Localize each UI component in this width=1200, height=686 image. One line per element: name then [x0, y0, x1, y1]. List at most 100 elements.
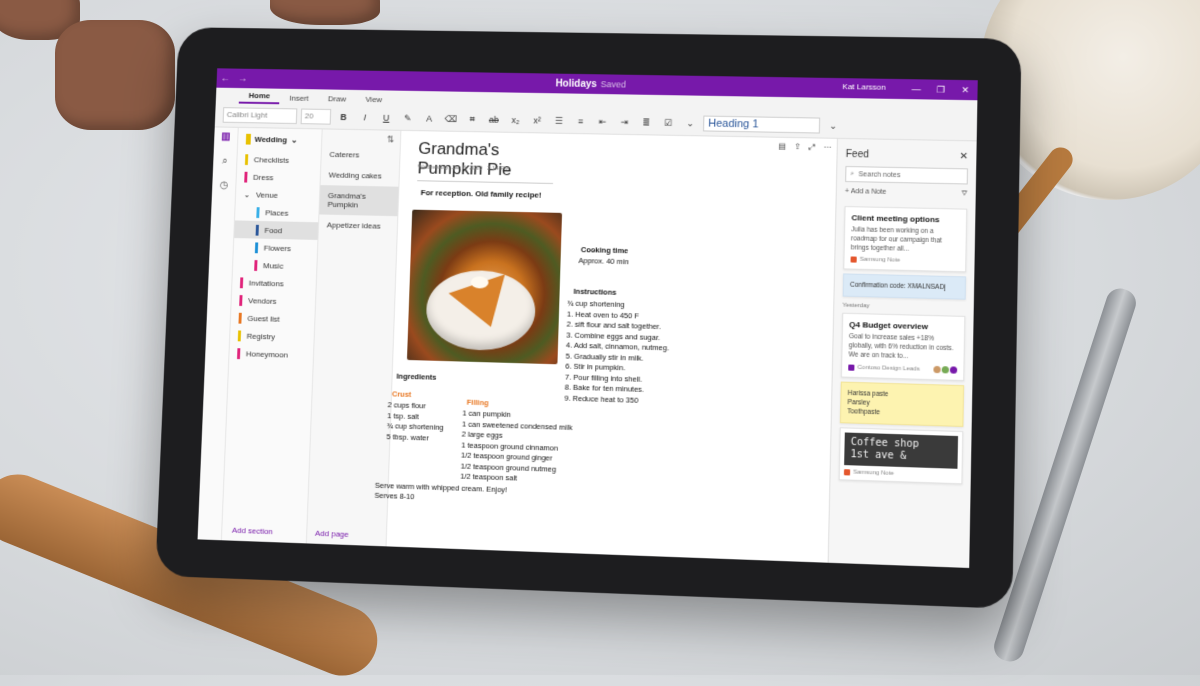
notebook-name: Wedding	[254, 134, 288, 145]
page-item[interactable]: Wedding cakes	[321, 165, 400, 187]
card-body: Confirmation code: XMALNSADj	[849, 281, 946, 292]
fullscreen-icon[interactable]: ⤢	[809, 142, 816, 152]
feed-card-handwriting[interactable]: Coffee shop 1st ave & Samsung Note	[838, 427, 964, 485]
section-item[interactable]: Vendors	[231, 291, 315, 311]
recent-clock-icon[interactable]: ◷	[219, 180, 228, 191]
filter-icon[interactable]: ⛛	[961, 190, 967, 198]
italic-button[interactable]: I	[356, 112, 374, 123]
section-item[interactable]: Invitations	[232, 273, 316, 293]
instruction-item[interactable]: 9. Reduce heat to 350	[564, 393, 668, 407]
tab-insert[interactable]: Insert	[279, 92, 318, 105]
section-label: Vendors	[247, 295, 277, 306]
section-label: Places	[265, 207, 289, 218]
tab-draw[interactable]: Draw	[318, 92, 356, 105]
page-item[interactable]: Appetizer ideas	[319, 214, 398, 236]
chevron-down-icon: ⌄	[290, 135, 298, 145]
user-name[interactable]: Kat Larsson	[842, 82, 886, 92]
font-family-select[interactable]: Calibri Light	[222, 107, 298, 125]
sticky-line: Toothpaste	[847, 408, 881, 417]
close-icon[interactable]: ✕	[953, 80, 978, 100]
page-item[interactable]: Caterers	[321, 144, 400, 166]
card-source-label: Samsung Note	[859, 256, 901, 264]
instructions-label[interactable]: Instructions	[573, 287, 616, 297]
indent-icon[interactable]: ⇥	[615, 116, 633, 127]
section-item[interactable]: Guest list	[231, 309, 315, 329]
section-color-tab	[244, 153, 249, 165]
underline-button[interactable]: U	[377, 113, 395, 123]
page-item-active[interactable]: Grandma's Pumpkin	[319, 185, 399, 217]
pie-photo[interactable]	[406, 209, 563, 365]
avatar-group	[933, 365, 958, 374]
section-item[interactable]: Places	[235, 203, 319, 222]
back-arrow-icon[interactable]: ←	[217, 73, 235, 84]
tab-home[interactable]: Home	[238, 89, 280, 105]
clear-formatting-icon[interactable]: ⌫	[442, 113, 460, 124]
section-color-tab	[255, 224, 259, 236]
card-body: Julia has been working on a roadmap for …	[850, 226, 942, 253]
section-item[interactable]: Honeymoon	[229, 344, 313, 364]
add-section-button[interactable]: Add section	[232, 526, 273, 536]
strikethrough-button[interactable]: ab	[485, 115, 503, 125]
serving-note[interactable]: Serve warm with whipped cream. Enjoy! Se…	[374, 481, 507, 506]
style-dropdown-icon[interactable]: ⌄	[824, 120, 842, 131]
ingredient-item[interactable]: 5 tbsp. water	[386, 432, 443, 444]
share-icon[interactable]: ⇪	[794, 142, 801, 152]
section-label: Guest list	[247, 313, 280, 324]
feed-card-confirmation[interactable]: Confirmation code: XMALNSADj	[842, 273, 967, 300]
crust-label[interactable]: Crust	[392, 389, 412, 399]
todo-checkbox-icon[interactable]: ☑	[659, 117, 677, 128]
page-title[interactable]: Grandma's Pumpkin Pie	[417, 138, 555, 184]
outdent-icon[interactable]: ⇤	[593, 116, 611, 127]
feed-toggle-icon[interactable]: ▤	[778, 142, 786, 152]
cookie-decoration	[55, 20, 175, 130]
section-item[interactable]: Checklists	[237, 150, 321, 169]
tab-view[interactable]: View	[356, 93, 393, 106]
chevron-down-icon[interactable]: ⌄	[681, 118, 699, 129]
add-page-button[interactable]: Add page	[315, 529, 349, 539]
feed-add-row: + Add a Note ⛛	[837, 182, 976, 205]
feed-card-budget[interactable]: Q4 Budget overview Goal to increase sale…	[840, 312, 966, 382]
bold-button[interactable]: B	[335, 112, 353, 122]
minimize-icon[interactable]: —	[904, 79, 929, 99]
feed-header: Feed ✕	[837, 139, 976, 169]
font-color-icon[interactable]: A	[420, 114, 438, 124]
notebook-selector[interactable]: Wedding ⌄	[238, 128, 322, 152]
style-select[interactable]: Heading 1	[703, 115, 821, 134]
cooking-time-value[interactable]: Approx. 40 min	[578, 256, 629, 266]
section-label: Dress	[252, 172, 274, 182]
feed-card-client[interactable]: Client meeting options Julia has been wo…	[843, 206, 968, 273]
highlight-icon[interactable]: ✎	[399, 113, 417, 124]
notebooks-icon[interactable]: ▥	[221, 131, 231, 142]
avatar	[941, 366, 949, 374]
subscript-button[interactable]: x₂	[506, 115, 524, 125]
section-item[interactable]: ⌄ Venue	[236, 185, 320, 204]
section-item[interactable]: Food	[234, 220, 319, 240]
forward-arrow-icon[interactable]: →	[234, 73, 252, 84]
page-date-time: 2:14 PM	[487, 165, 510, 173]
add-note-button[interactable]: + Add a Note	[845, 188, 887, 197]
superscript-button[interactable]: x²	[528, 115, 546, 126]
card-title: Client meeting options	[851, 213, 940, 225]
filling-label[interactable]: Filling	[467, 398, 489, 408]
align-icon[interactable]: ≣	[637, 117, 655, 128]
numbered-list-icon[interactable]: ≡	[572, 116, 590, 126]
card-source-label: Contoso Design Leads	[857, 364, 920, 373]
feed-card-sticky[interactable]: Harissa paste Parsley Toothpaste	[839, 381, 965, 427]
note-intro[interactable]: For reception. Old family recipe!	[421, 188, 542, 199]
maximize-icon[interactable]: ❐	[928, 79, 953, 99]
section-item[interactable]: Dress	[236, 168, 320, 187]
section-item[interactable]: Music	[233, 256, 317, 276]
more-options-icon[interactable]: ⋯	[823, 143, 831, 153]
search-icon[interactable]: ⌕	[222, 156, 228, 167]
section-item[interactable]: Registry	[230, 326, 314, 346]
section-color-tab	[239, 276, 244, 288]
ingredients-label[interactable]: Ingredients	[396, 372, 436, 382]
search-placeholder: Search notes	[858, 170, 901, 179]
close-icon[interactable]: ✕	[959, 151, 968, 162]
cooking-time-label[interactable]: Cooking time	[581, 245, 629, 255]
section-item[interactable]: Flowers	[233, 238, 317, 258]
bullet-list-icon[interactable]: ☰	[550, 115, 568, 126]
font-size-select[interactable]: 20	[300, 108, 332, 125]
format-painter-icon[interactable]: ⌗	[463, 114, 481, 125]
card-title: Q4 Budget overview	[849, 319, 929, 332]
